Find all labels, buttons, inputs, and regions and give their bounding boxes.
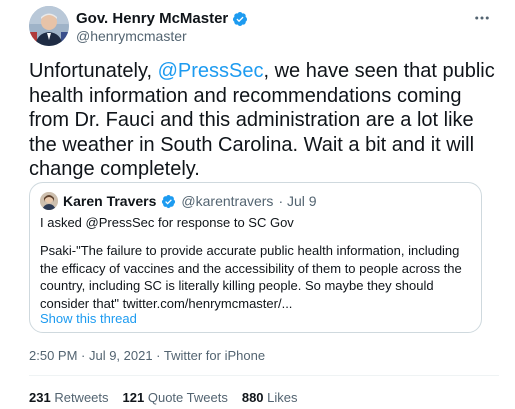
quote-tweets-label: Quote Tweets bbox=[147, 390, 228, 405]
author-name-row: Gov. Henry McMaster bbox=[76, 10, 248, 28]
more-options-icon[interactable] bbox=[471, 8, 493, 28]
author-handle[interactable]: @henrymcmaster bbox=[76, 28, 187, 45]
profile-photo bbox=[29, 6, 69, 46]
tweet-header: Gov. Henry McMaster @henrymcmaster bbox=[29, 6, 499, 52]
retweets-stat[interactable]: 231 Retweets bbox=[29, 390, 109, 405]
tweet-timestamp[interactable]: 2:50 PM · Jul 9, 2021 · bbox=[29, 348, 164, 363]
quote-tweets-stat[interactable]: 121 Quote Tweets bbox=[123, 390, 228, 405]
mention-link[interactable]: @PressSec bbox=[158, 60, 264, 82]
quoted-first-line: I asked @PressSec for response to SC Gov bbox=[40, 215, 294, 230]
likes-count: 880 bbox=[241, 390, 264, 405]
author-name[interactable]: Gov. Henry McMaster bbox=[76, 10, 228, 28]
tweet-stats: 231 Retweets 121 Quote Tweets 880 Likes bbox=[29, 390, 298, 405]
verified-badge-icon bbox=[233, 12, 248, 26]
tweet-text: Unfortunately, @PressSec, we have seen t… bbox=[29, 59, 499, 182]
more-dots-icon bbox=[475, 16, 489, 20]
quoted-author-handle: @karentravers bbox=[181, 193, 274, 209]
quoted-tweet[interactable]: Karen Travers @karentravers · Jul 9 I as… bbox=[29, 182, 482, 333]
likes-stat[interactable]: 880 Likes bbox=[242, 390, 298, 405]
tweet-text-before: Unfortunately, bbox=[29, 60, 158, 82]
quoted-body: Psaki-"The failure to provide accurate p… bbox=[40, 243, 462, 311]
show-thread-link[interactable]: Show this thread bbox=[40, 311, 137, 326]
quoted-header: Karen Travers @karentravers · Jul 9 bbox=[40, 192, 317, 210]
likes-label: Likes bbox=[267, 390, 298, 405]
quoted-author-name: Karen Travers bbox=[63, 193, 157, 209]
quoted-avatar[interactable] bbox=[40, 192, 58, 210]
quote-tweets-count: 121 bbox=[122, 390, 145, 405]
author-avatar[interactable] bbox=[29, 6, 69, 46]
retweets-count: 231 bbox=[29, 390, 51, 405]
tweet-meta: 2:50 PM · Jul 9, 2021 · Twitter for iPho… bbox=[29, 348, 265, 363]
quoted-verified-badge-icon bbox=[162, 194, 176, 208]
tweet-source[interactable]: Twitter for iPhone bbox=[164, 348, 265, 363]
retweets-label: Retweets bbox=[54, 390, 109, 405]
quoted-date: · Jul 9 bbox=[278, 193, 317, 209]
quoted-profile-photo bbox=[40, 192, 58, 210]
divider bbox=[29, 375, 499, 376]
